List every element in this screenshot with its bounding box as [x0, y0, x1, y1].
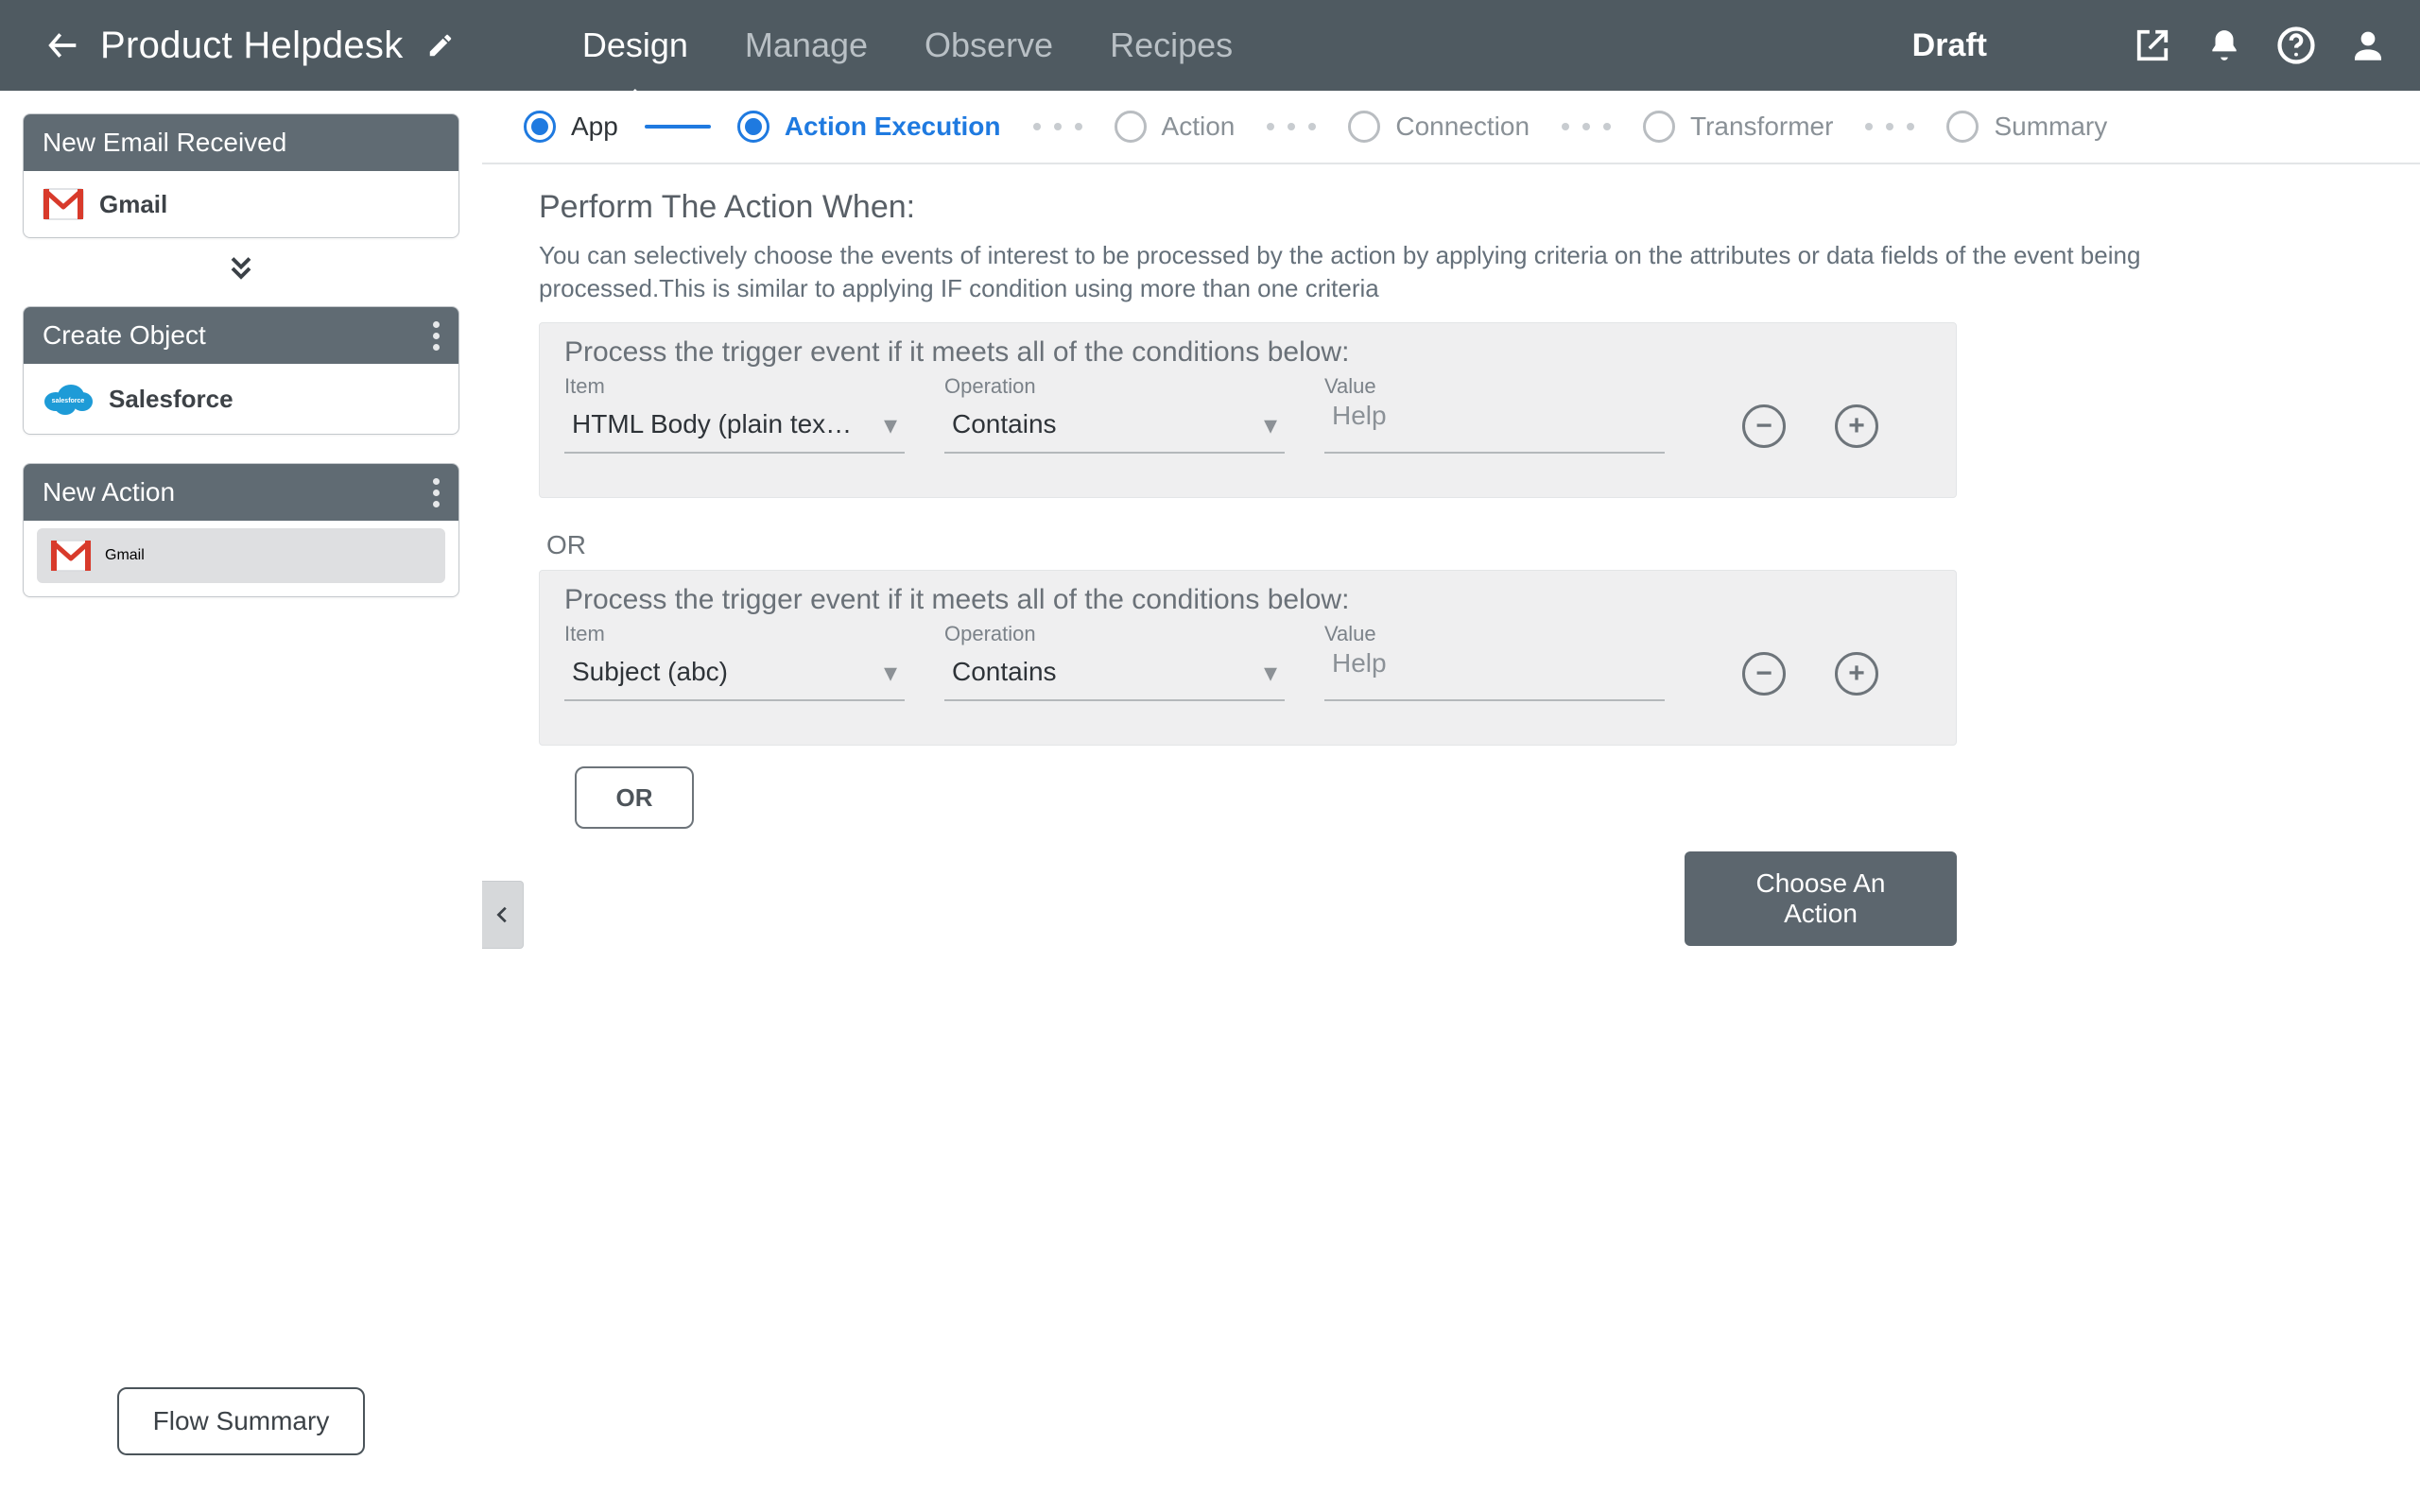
radio-icon: [524, 111, 556, 143]
tab-design[interactable]: Design: [582, 0, 688, 91]
user-icon[interactable]: [2348, 26, 2388, 65]
card-selected-provider[interactable]: Gmail: [37, 528, 445, 583]
chevron-down-icon: ▾: [884, 657, 897, 688]
condition-group-title: Process the trigger event if it meets al…: [564, 584, 1931, 616]
card-title: New Action: [43, 477, 175, 507]
choose-action-button[interactable]: Choose An Action: [1685, 851, 1957, 946]
value-input[interactable]: Help: [1324, 401, 1665, 454]
remove-condition-icon[interactable]: −: [1742, 652, 1786, 696]
add-or-group-button[interactable]: OR: [575, 766, 694, 829]
edit-icon[interactable]: [421, 26, 460, 65]
card-title: New Email Received: [43, 128, 286, 158]
add-condition-icon[interactable]: +: [1835, 652, 1878, 696]
or-separator: OR: [546, 530, 2363, 560]
chevron-down-icon: ▾: [884, 409, 897, 440]
step-action[interactable]: Action: [1115, 111, 1236, 143]
operation-select[interactable]: Contains ▾: [944, 648, 1285, 701]
card-header: New Action: [24, 464, 458, 521]
top-bar: Product Helpdesk Design Manage Observe R…: [0, 0, 2420, 91]
section-heading: Perform The Action When:: [539, 189, 2363, 226]
status-label: Draft: [1912, 27, 1987, 64]
flow-connector-icon: [23, 251, 459, 285]
condition-group: Process the trigger event if it meets al…: [539, 322, 1957, 498]
step-label: Connection: [1395, 112, 1530, 142]
card-header: Create Object: [24, 307, 458, 364]
radio-icon: [1946, 111, 1979, 143]
bell-icon[interactable]: [2204, 26, 2244, 65]
condition-group: Process the trigger event if it meets al…: [539, 570, 1957, 746]
help-icon[interactable]: [2276, 26, 2316, 65]
svg-text:salesforce: salesforce: [52, 398, 85, 404]
sidebar-card-create-object[interactable]: Create Object salesforce Salesforce: [23, 306, 459, 435]
select-value: HTML Body (plain tex…: [572, 409, 852, 439]
radio-icon: [1643, 111, 1675, 143]
step-dots: [1033, 123, 1082, 130]
card-title: Create Object: [43, 320, 206, 351]
section-description: You can selectively choose the events of…: [539, 239, 2297, 305]
chevron-down-icon: ▾: [1264, 409, 1277, 440]
field-label-item: Item: [564, 374, 905, 399]
kebab-icon[interactable]: [433, 478, 440, 507]
tab-observe[interactable]: Observe: [925, 0, 1053, 91]
gmail-icon: [50, 540, 92, 572]
field-label-operation: Operation: [944, 622, 1285, 646]
collapse-sidebar-icon[interactable]: [482, 881, 524, 949]
item-select[interactable]: HTML Body (plain tex… ▾: [564, 401, 905, 454]
item-select[interactable]: Subject (abc) ▾: [564, 648, 905, 701]
open-external-icon[interactable]: [2133, 26, 2172, 65]
operation-select[interactable]: Contains ▾: [944, 401, 1285, 454]
step-label: Transformer: [1690, 112, 1833, 142]
sidebar: New Email Received Gmail Create Object s…: [0, 91, 482, 1512]
tab-recipes[interactable]: Recipes: [1110, 0, 1233, 91]
step-bar: App Action Execution Action Connection T…: [482, 91, 2420, 164]
step-dots: [1267, 123, 1316, 130]
step-transformer[interactable]: Transformer: [1643, 111, 1833, 143]
chevron-down-icon: ▾: [1264, 657, 1277, 688]
kebab-icon[interactable]: [433, 321, 440, 351]
card-provider: Gmail: [99, 190, 167, 219]
step-dots: [1865, 123, 1914, 130]
radio-icon: [737, 111, 769, 143]
field-label-value: Value: [1324, 374, 1665, 399]
page-title: Product Helpdesk: [100, 25, 404, 67]
card-header: New Email Received: [24, 114, 458, 171]
step-label: Action: [1162, 112, 1236, 142]
sidebar-card-trigger[interactable]: New Email Received Gmail: [23, 113, 459, 238]
step-action-execution[interactable]: Action Execution: [737, 111, 1001, 143]
condition-group-title: Process the trigger event if it meets al…: [564, 336, 1931, 369]
flow-summary-button[interactable]: Flow Summary: [117, 1387, 366, 1455]
remove-condition-icon[interactable]: −: [1742, 404, 1786, 448]
main-tabs: Design Manage Observe Recipes: [582, 0, 1233, 91]
step-summary[interactable]: Summary: [1946, 111, 2107, 143]
select-value: Subject (abc): [572, 657, 728, 687]
field-label-operation: Operation: [944, 374, 1285, 399]
step-label: Action Execution: [785, 112, 1001, 142]
back-icon[interactable]: [43, 26, 83, 65]
step-app[interactable]: App: [524, 111, 618, 143]
gmail-icon: [43, 188, 84, 220]
header-right: Draft: [1912, 26, 2388, 65]
step-connection[interactable]: Connection: [1348, 111, 1530, 143]
add-condition-icon[interactable]: +: [1835, 404, 1878, 448]
tab-manage[interactable]: Manage: [745, 0, 868, 91]
step-dots: [1562, 123, 1611, 130]
salesforce-icon: salesforce: [43, 381, 94, 417]
radio-icon: [1115, 111, 1147, 143]
card-provider: Gmail: [105, 547, 145, 564]
sidebar-card-new-action[interactable]: New Action Gmail: [23, 463, 459, 597]
card-provider: Salesforce: [109, 385, 233, 414]
select-value: Contains: [952, 409, 1057, 439]
step-label: App: [571, 112, 618, 142]
select-value: Contains: [952, 657, 1057, 687]
step-connector: [645, 125, 711, 129]
value-input[interactable]: Help: [1324, 648, 1665, 701]
field-label-value: Value: [1324, 622, 1665, 646]
field-label-item: Item: [564, 622, 905, 646]
step-label: Summary: [1994, 112, 2107, 142]
radio-icon: [1348, 111, 1380, 143]
main-area: App Action Execution Action Connection T…: [482, 91, 2420, 1512]
